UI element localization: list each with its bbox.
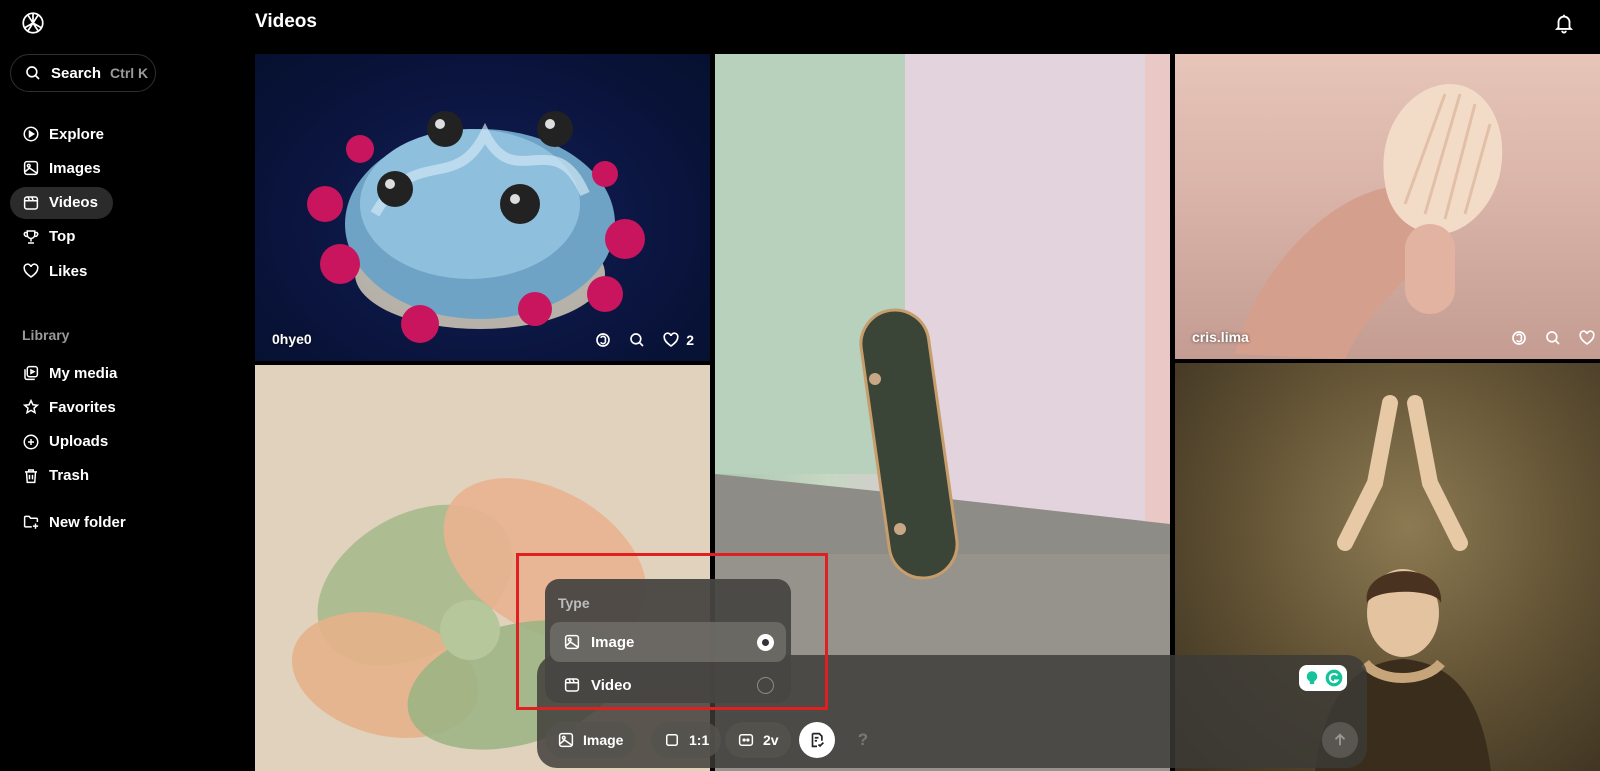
trophy-icon bbox=[23, 230, 39, 244]
tile-author[interactable]: cris.lima bbox=[1192, 329, 1249, 345]
search-icon bbox=[26, 66, 40, 80]
nav-item-trash[interactable]: Trash bbox=[10, 460, 240, 492]
ratio-chip-label: 1:1 bbox=[689, 732, 710, 748]
nav-item-likes[interactable]: Likes bbox=[10, 255, 240, 287]
nav-item-explore[interactable]: Explore bbox=[10, 118, 240, 150]
tile-artwork bbox=[1235, 84, 1503, 359]
tile-actions: 2 bbox=[594, 331, 694, 349]
square-icon bbox=[666, 734, 678, 746]
media-tile[interactable]: 0hye0 2 bbox=[255, 54, 710, 361]
sidebar: Search Ctrl K Explore Images Videos Top … bbox=[0, 0, 250, 771]
nav-item-videos[interactable]: Videos bbox=[10, 186, 113, 219]
search-label: Search bbox=[51, 64, 102, 82]
plus-circle-icon bbox=[23, 434, 39, 450]
tile-author[interactable]: 0hye0 bbox=[272, 331, 312, 347]
type-chip-label: Image bbox=[583, 732, 624, 748]
nav-item-favorites[interactable]: Favorites bbox=[10, 391, 240, 423]
like-button[interactable]: 2 bbox=[662, 331, 694, 349]
nav-label: Uploads bbox=[49, 433, 109, 451]
document-check-icon bbox=[811, 732, 824, 748]
media-tile[interactable]: cris.lima bbox=[1175, 54, 1600, 359]
nav-label: Likes bbox=[49, 262, 88, 280]
variants-button[interactable]: 2v bbox=[725, 722, 791, 758]
nav-label: New folder bbox=[49, 513, 126, 531]
search-shortcut: Ctrl K bbox=[110, 65, 149, 81]
heart-icon bbox=[23, 263, 39, 279]
help-button[interactable]: ? bbox=[845, 722, 881, 758]
play-circle-icon bbox=[23, 126, 39, 142]
video-icon bbox=[23, 195, 39, 210]
nav-item-uploads[interactable]: Uploads bbox=[10, 426, 240, 458]
image-icon bbox=[23, 161, 39, 176]
heart-icon[interactable] bbox=[1578, 329, 1596, 347]
page-title: Videos bbox=[255, 11, 317, 32]
tile-artwork bbox=[307, 111, 645, 343]
highlight-annotation bbox=[516, 553, 828, 710]
nav-label: Trash bbox=[49, 467, 90, 485]
nav-item-top[interactable]: Top bbox=[10, 221, 240, 253]
remix-icon[interactable] bbox=[594, 331, 612, 349]
main-nav: Explore Images Videos Top Likes bbox=[10, 118, 240, 289]
nav-label: Top bbox=[49, 228, 76, 246]
nav-label: My media bbox=[49, 364, 118, 382]
library-heading: Library bbox=[22, 327, 70, 343]
search-button[interactable]: Search Ctrl K bbox=[10, 54, 156, 92]
arrow-up-icon bbox=[1334, 733, 1346, 746]
new-folder-nav: New folder bbox=[10, 506, 240, 540]
remix-icon[interactable] bbox=[1510, 329, 1528, 347]
nav-label: Videos bbox=[49, 194, 98, 212]
star-icon bbox=[22, 399, 40, 415]
trash-icon bbox=[25, 469, 37, 484]
nav-item-images[interactable]: Images bbox=[10, 152, 240, 184]
new-folder-button[interactable]: New folder bbox=[10, 506, 240, 538]
media-icon bbox=[24, 365, 39, 381]
bell-icon[interactable] bbox=[1553, 12, 1575, 34]
nav-item-my-media[interactable]: My media bbox=[10, 357, 240, 389]
grammarly-icon bbox=[1325, 669, 1342, 687]
style-preset-button[interactable] bbox=[799, 722, 835, 758]
heart-icon bbox=[663, 332, 679, 348]
zoom-icon[interactable] bbox=[628, 331, 646, 349]
zoom-icon[interactable] bbox=[1544, 329, 1562, 347]
nav-label: Explore bbox=[49, 125, 105, 143]
type-selector-button[interactable]: Image bbox=[545, 722, 636, 758]
library-nav: My media Favorites Uploads Trash bbox=[10, 357, 240, 494]
openai-logo-icon[interactable] bbox=[20, 10, 46, 36]
variants-icon bbox=[738, 734, 754, 746]
aspect-ratio-button[interactable]: 1:1 bbox=[651, 722, 722, 758]
tile-actions bbox=[1510, 329, 1596, 347]
folder-plus-icon bbox=[23, 515, 39, 529]
lightbulb-icon bbox=[1306, 671, 1317, 684]
nav-label: Images bbox=[49, 159, 101, 177]
grammarly-badge[interactable] bbox=[1299, 665, 1347, 691]
submit-button[interactable] bbox=[1322, 722, 1358, 758]
like-count: 2 bbox=[686, 332, 694, 348]
variants-chip-label: 2v bbox=[763, 732, 779, 748]
image-icon bbox=[558, 732, 574, 748]
nav-label: Favorites bbox=[49, 398, 116, 416]
